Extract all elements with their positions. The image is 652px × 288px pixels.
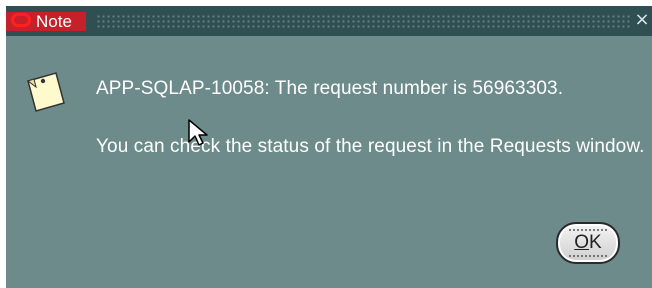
title-bar[interactable]: Note × [6,6,652,36]
note-icon [26,72,65,112]
ok-button-label: OK [574,232,601,254]
ok-label-rest: K [589,232,602,253]
window-title: Note [36,12,72,31]
message-line-request-number: APP-SQLAP-10058: The request number is 5… [96,78,564,99]
title-bar-grip [96,14,630,28]
ok-mnemonic: O [574,232,590,253]
close-icon[interactable]: × [634,11,650,29]
mouse-pointer-icon [188,119,208,146]
oracle-logo-icon [11,13,31,27]
ok-button[interactable]: OK [556,222,620,264]
note-dialog: Note × APP-SQLAP-10058: The request numb… [6,6,652,288]
message-text: APP-SQLAP-10058: The request number is 5… [96,77,652,159]
message-line-status-hint: You can check the status of the request … [96,136,645,157]
